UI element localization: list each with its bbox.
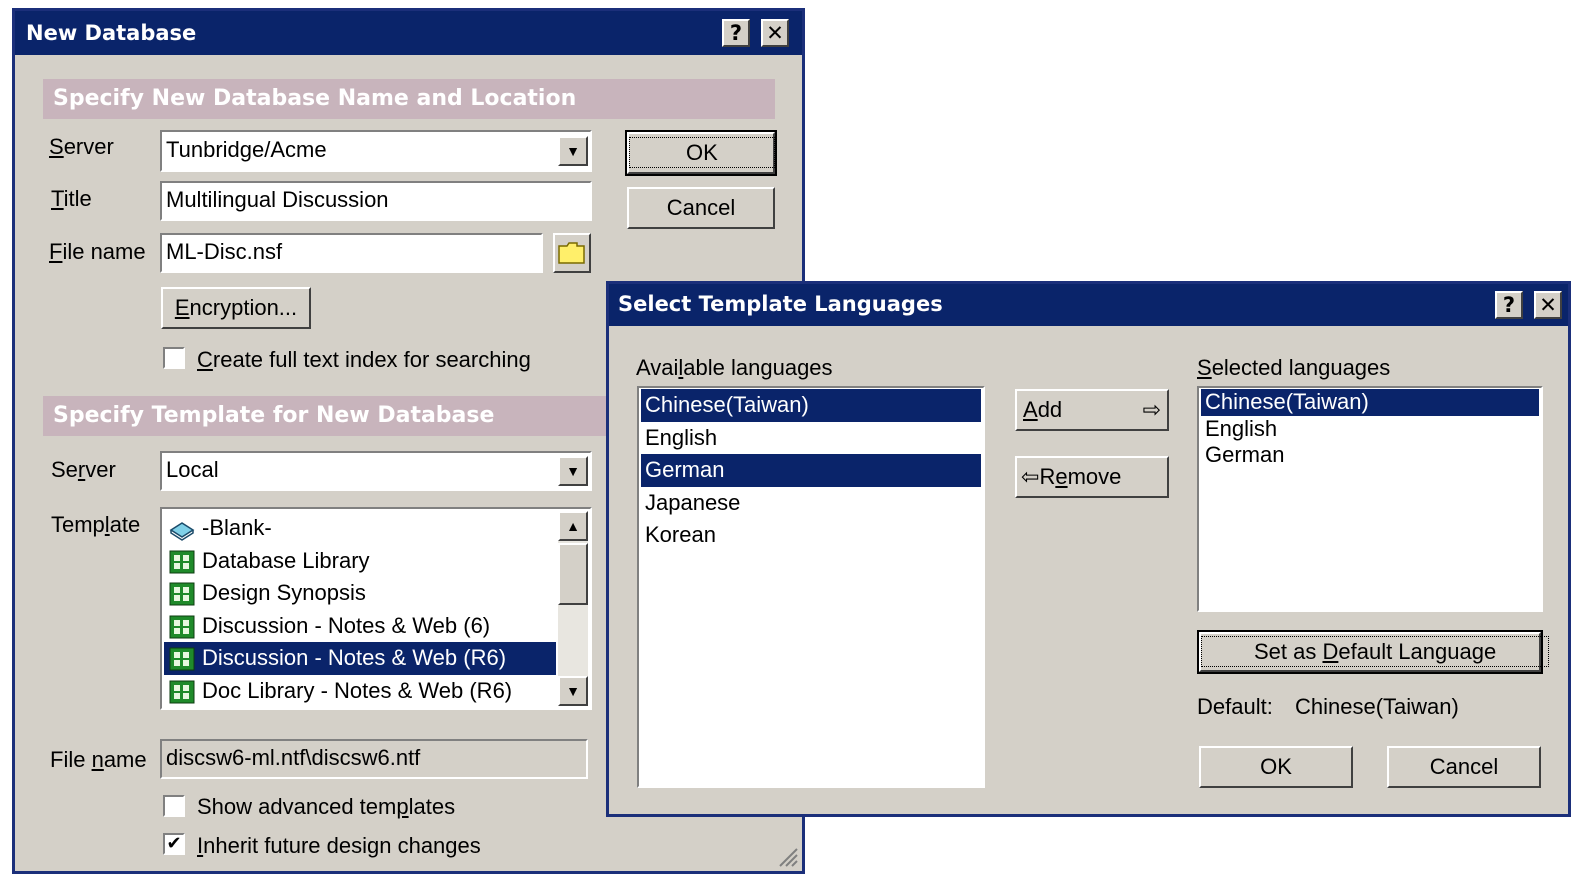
scroll-down-button[interactable]: ▼ [558,676,588,706]
available-language-item[interactable]: German [641,454,981,487]
title-input-value: Multilingual Discussion [166,187,389,212]
title-input[interactable]: Multilingual Discussion [160,181,592,221]
dialog-title: New Database [26,21,197,45]
fulltext-checkbox[interactable] [163,347,185,369]
template-list-item[interactable]: Discussion - Notes & Web (6) [164,610,556,643]
template-icon [169,680,195,704]
close-icon: ✕ [1539,293,1557,317]
inherit-design-label: Inherit future design changes [197,833,481,858]
template-label: Template [51,512,141,537]
book-icon [169,522,195,542]
resize-grip-icon[interactable] [776,845,798,867]
languages-close-button[interactable]: ✕ [1534,291,1562,319]
advanced-templates-checkbox[interactable] [163,795,185,817]
template-filename-label: File name [50,747,147,772]
arrow-right-icon: ⇨ [1142,397,1161,422]
encryption-button[interactable]: Encryption... [161,287,311,329]
remove-button[interactable]: ⇦Remove [1015,456,1169,498]
template-list-item[interactable]: Doc Library - Notes & Web (R6) [164,675,556,708]
close-button[interactable]: ✕ [761,19,789,47]
template-filename-value: discsw6-ml.ntf\discsw6.ntf [166,745,421,770]
template-name: Database Library [202,547,370,573]
template-server-label: Server [51,457,116,482]
close-icon: ✕ [766,21,784,45]
default-label: Default: [1197,694,1273,719]
help-icon: ? [729,21,743,45]
filename-input-value: ML-Disc.nsf [166,239,283,264]
ok-button[interactable]: OK [625,130,777,176]
available-languages-label: Available languages [636,355,833,380]
server-label: Server [49,134,114,159]
folder-icon [558,242,585,264]
filename-input[interactable]: ML-Disc.nsf [160,233,543,273]
selected-languages-list[interactable]: Chinese(Taiwan) English German [1197,386,1543,612]
select-languages-dialog: Select Template Languages ? ✕ Available … [606,281,1571,817]
template-list-item[interactable]: Discussion - Notes & Web (R6) [164,642,556,675]
template-list-item[interactable]: Database Library [164,545,556,578]
arrow-left-icon: ⇦ [1021,464,1040,489]
template-list-item[interactable]: Design Synopsis [164,577,556,610]
selected-language-item[interactable]: German [1201,442,1539,469]
template-name: Doc Library - Notes & Web (R6) [202,677,513,703]
help-icon: ? [1502,293,1516,317]
filename-label: File name [49,239,146,264]
server-value: Tunbridge/Acme [166,137,327,162]
template-list-item[interactable]: -Blank- [164,512,556,545]
template-icon [169,615,195,639]
server-combo[interactable]: Tunbridge/Acme [160,130,592,172]
available-language-item[interactable]: Korean [641,519,981,552]
template-server-dropdown-button[interactable]: ▼ [558,456,588,486]
advanced-templates-label: Show advanced templates [197,794,456,819]
scroll-thumb[interactable] [558,543,588,605]
available-language-item[interactable]: Chinese(Taiwan) [641,389,981,422]
default-language-value: Chinese(Taiwan) [1295,694,1459,719]
new-database-titlebar[interactable]: New Database ? ✕ [15,11,802,55]
help-button[interactable]: ? [722,19,750,47]
template-name: -Blank- [202,515,272,540]
inherit-design-checkbox[interactable]: ✔ [163,833,185,855]
cancel-button[interactable]: Cancel [627,187,775,229]
template-server-value: Local [166,457,219,482]
title-label: Title [51,186,92,211]
selected-languages-label: Selected languages [1197,355,1391,380]
set-default-language-button[interactable]: Set as Default Language [1197,630,1550,674]
languages-help-button[interactable]: ? [1495,291,1523,319]
available-languages-list[interactable]: Chinese(Taiwan) English German Japanese Kore… [637,386,985,788]
section-name-location: Specify New Database Name and Location [43,79,775,119]
languages-cancel-button[interactable]: Cancel [1387,746,1541,788]
template-icon [169,582,195,606]
add-button[interactable]: Add ⇨ [1015,389,1169,431]
languages-ok-button[interactable]: OK [1199,746,1353,788]
server-dropdown-button[interactable]: ▼ [558,136,588,166]
template-list[interactable]: -Blank- Database Library Design Synopsis Di… [160,507,592,710]
check-icon: ✔ [166,833,182,854]
available-language-item[interactable]: Japanese [641,487,981,520]
fulltext-label: Create full text index for searching [197,347,531,372]
template-filename-field: discsw6-ml.ntf\discsw6.ntf [160,739,588,779]
template-icon [169,647,195,671]
template-name: Discussion - Notes & Web (6) [202,612,491,638]
available-language-item[interactable]: English [641,422,981,455]
template-server-combo[interactable]: Local [160,451,592,491]
selected-language-item[interactable]: English [1201,416,1539,443]
template-name: Design Synopsis [202,580,366,605]
languages-titlebar[interactable]: Select Template Languages ? ✕ [609,284,1568,326]
template-icon [169,550,195,574]
scroll-up-button[interactable]: ▲ [558,511,588,541]
template-scrollbar[interactable]: ▲ ▼ [558,511,588,706]
template-name: Discussion - Notes & Web (R6) [202,645,507,670]
languages-dialog-title: Select Template Languages [618,292,943,316]
browse-folder-button[interactable] [553,233,591,273]
selected-language-item[interactable]: Chinese(Taiwan) [1201,389,1539,416]
